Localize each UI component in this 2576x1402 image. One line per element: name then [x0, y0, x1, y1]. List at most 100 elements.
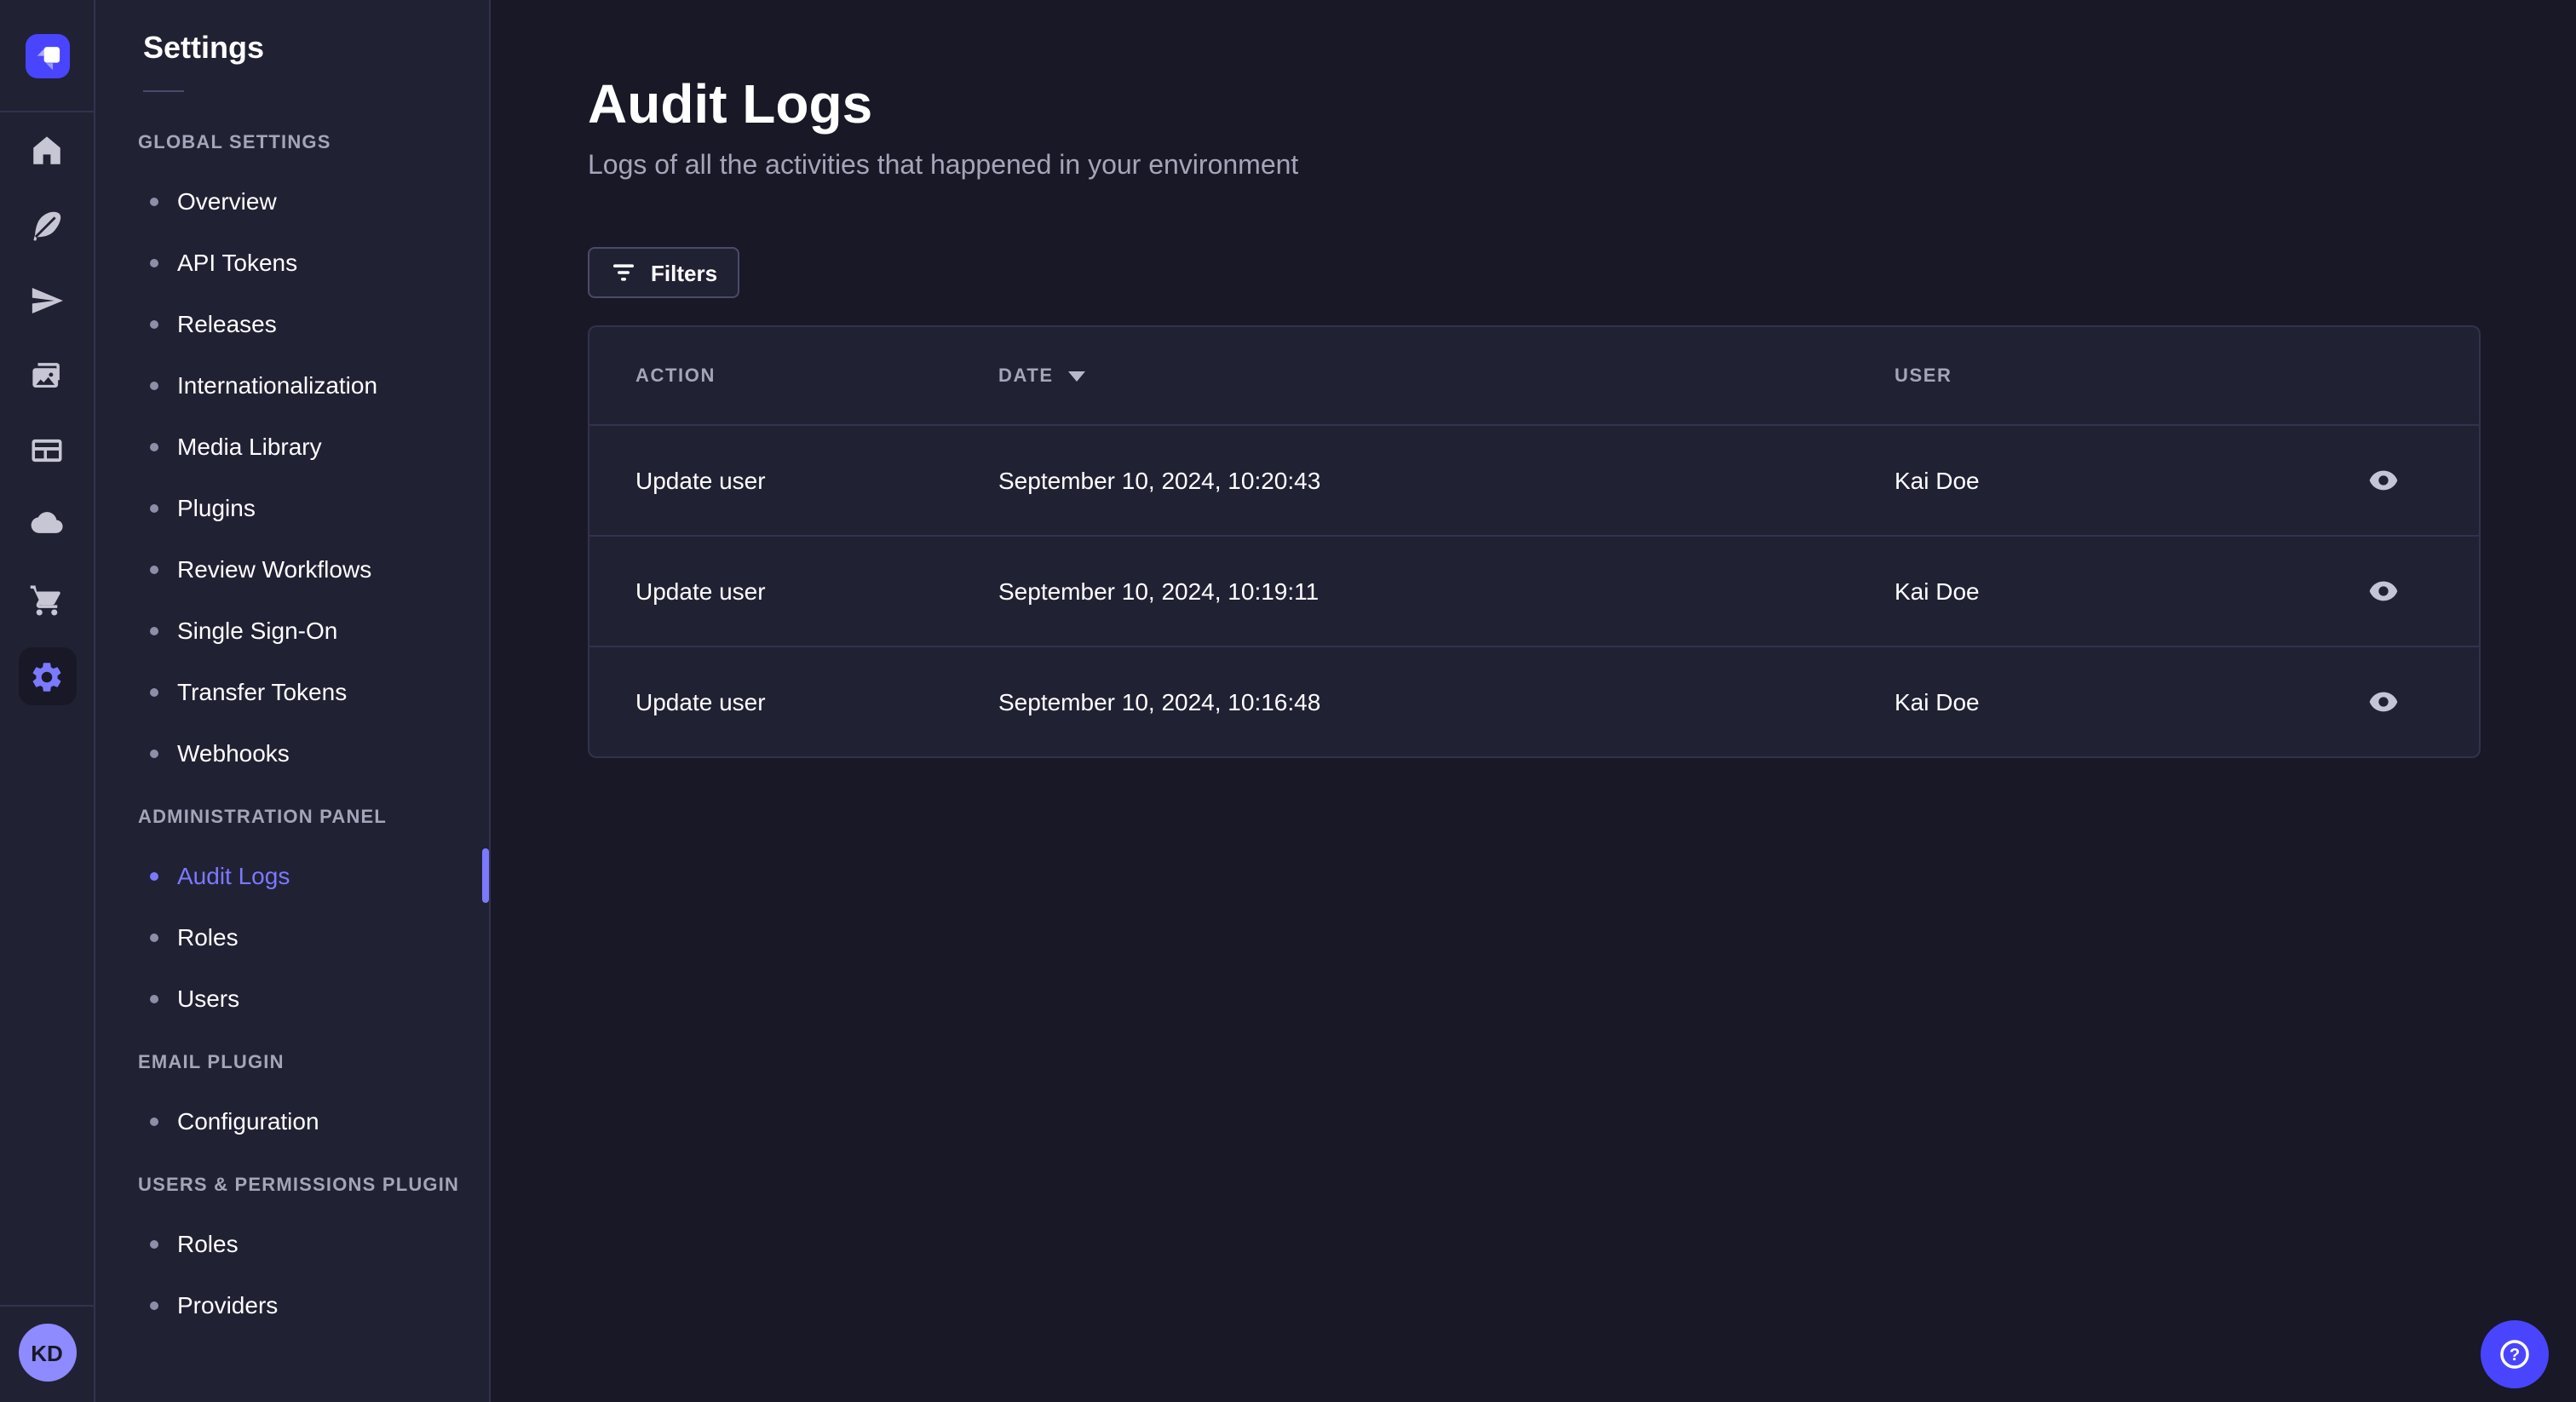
sidebar-item-up-roles[interactable]: Roles [95, 1213, 489, 1274]
rail-item-deploy[interactable] [20, 497, 74, 552]
bullet-dot-icon [150, 565, 158, 573]
paper-plane-icon [32, 286, 63, 313]
sidebar-item-overview[interactable]: Overview [95, 170, 489, 232]
table-row[interactable]: Update user September 10, 2024, 10:19:11… [589, 535, 2479, 646]
feather-icon [33, 210, 61, 240]
view-log-details-button[interactable] [2356, 453, 2411, 508]
section-global-settings: GLOBAL SETTINGS Overview API Tokens Rele… [95, 133, 489, 784]
sort-desc-icon[interactable] [1068, 371, 1086, 382]
toolbar: Filters [588, 247, 2481, 298]
logo-area [0, 0, 94, 111]
sidebar-item-admin-users[interactable]: Users [95, 968, 489, 1029]
bullet-dot-icon [150, 503, 158, 512]
bullet-dot-icon [150, 258, 158, 267]
rail-item-marketplace[interactable] [20, 572, 74, 627]
bullet-dot-icon [150, 319, 158, 328]
photos-icon [32, 362, 60, 387]
strapi-admin-app: KD Settings GLOBAL SETTINGS Overview API… [0, 0, 2576, 1402]
cell-action: Update user [635, 688, 766, 715]
home-icon [33, 135, 60, 164]
cloud-icon [31, 511, 63, 532]
question-mark-icon: ? [2500, 1340, 2529, 1369]
section-administration-panel: ADMINISTRATION PANEL Audit Logs Roles Us… [95, 807, 489, 1029]
cell-user: Kai Doe [1895, 467, 1980, 494]
rail-item-settings[interactable] [18, 647, 76, 705]
column-header-user[interactable]: USER [1895, 365, 2336, 386]
rail-bottom: KD [0, 1305, 94, 1402]
layout-icon [32, 438, 62, 462]
sidebar-title: Settings [143, 31, 265, 65]
table-row[interactable]: Update user September 10, 2024, 10:16:48… [589, 646, 2479, 756]
active-item-indicator [482, 848, 489, 903]
table-header-row: ACTION DATE USER [589, 327, 2479, 424]
bullet-dot-icon [150, 749, 158, 757]
sidebar-item-media-library[interactable]: Media Library [95, 416, 489, 477]
sidebar-item-webhooks[interactable]: Webhooks [95, 722, 489, 784]
column-header-date[interactable]: DATE [998, 365, 1895, 386]
eye-icon [2369, 581, 2398, 601]
bullet-dot-icon [150, 1117, 158, 1125]
rail-item-media-library[interactable] [20, 348, 74, 402]
section-header: EMAIL PLUGIN [138, 1053, 285, 1073]
sidebar-item-plugins[interactable]: Plugins [95, 477, 489, 538]
bullet-dot-icon [150, 1301, 158, 1309]
filters-button[interactable]: Filters [588, 247, 740, 298]
filters-button-label: Filters [651, 260, 718, 285]
sidebar-item-transfer-tokens[interactable]: Transfer Tokens [95, 661, 489, 722]
section-header: USERS & PERMISSIONS PLUGIN [138, 1175, 460, 1196]
view-log-details-button[interactable] [2356, 564, 2411, 618]
section-users-permissions-plugin: USERS & PERMISSIONS PLUGIN Roles Provide… [95, 1175, 489, 1336]
cell-action: Update user [635, 467, 766, 494]
cell-date: September 10, 2024, 10:20:43 [998, 467, 1321, 494]
sidebar-item-audit-logs[interactable]: Audit Logs [95, 845, 489, 906]
sidebar-item-up-providers[interactable]: Providers [95, 1274, 489, 1336]
sidebar-item-single-sign-on[interactable]: Single Sign-On [95, 600, 489, 661]
sidebar-item-email-configuration[interactable]: Configuration [95, 1090, 489, 1152]
bullet-dot-icon [150, 626, 158, 635]
bullet-dot-icon [150, 933, 158, 941]
cart-icon [30, 584, 60, 615]
rail-bottom-divider [0, 1305, 94, 1307]
main-content: Audit Logs Logs of all the activities th… [491, 0, 2576, 1402]
filter-icon [613, 264, 634, 281]
sidebar-item-admin-roles[interactable]: Roles [95, 906, 489, 968]
bullet-dot-icon [150, 687, 158, 696]
section-header: ADMINISTRATION PANEL [138, 807, 388, 828]
rail-item-content-manager[interactable] [20, 198, 74, 252]
cell-action: Update user [635, 577, 766, 605]
cell-user: Kai Doe [1895, 577, 1980, 605]
bullet-dot-icon [150, 381, 158, 389]
settings-sidebar: Settings GLOBAL SETTINGS Overview API To… [95, 0, 491, 1402]
sidebar-title-divider [143, 90, 184, 92]
gear-icon [32, 662, 61, 691]
main-nav-rail: KD [0, 0, 95, 1402]
help-button[interactable]: ? [2481, 1320, 2549, 1388]
rail-item-releases[interactable] [20, 273, 74, 327]
section-email-plugin: EMAIL PLUGIN Configuration [95, 1053, 489, 1152]
page-subtitle: Logs of all the activities that happened… [588, 152, 1299, 181]
sidebar-item-releases[interactable]: Releases [95, 293, 489, 354]
sidebar-item-internationalization[interactable]: Internationalization [95, 354, 489, 416]
strapi-logo[interactable] [25, 33, 69, 78]
bullet-dot-icon [150, 1239, 158, 1248]
strapi-logo-icon [36, 46, 60, 70]
rail-item-content-type-builder[interactable] [20, 422, 74, 477]
page-title: Audit Logs [588, 73, 873, 135]
section-header: GLOBAL SETTINGS [138, 133, 331, 153]
bullet-dot-icon [150, 994, 158, 1003]
sidebar-item-review-workflows[interactable]: Review Workflows [95, 538, 489, 600]
cell-date: September 10, 2024, 10:19:11 [998, 577, 1320, 605]
user-avatar[interactable]: KD [18, 1324, 76, 1382]
table-row[interactable]: Update user September 10, 2024, 10:20:43… [589, 424, 2479, 535]
rail-item-home[interactable] [20, 123, 74, 177]
rail-nav [18, 123, 76, 705]
view-log-details-button[interactable] [2356, 675, 2411, 729]
bullet-dot-icon [150, 442, 158, 451]
sidebar-sections: GLOBAL SETTINGS Overview API Tokens Rele… [95, 133, 489, 1336]
rail-divider [0, 111, 94, 112]
sidebar-item-api-tokens[interactable]: API Tokens [95, 232, 489, 293]
column-header-action[interactable]: ACTION [635, 365, 998, 386]
cell-user: Kai Doe [1895, 688, 1980, 715]
bullet-dot-icon [150, 871, 158, 880]
bullet-dot-icon [150, 197, 158, 205]
